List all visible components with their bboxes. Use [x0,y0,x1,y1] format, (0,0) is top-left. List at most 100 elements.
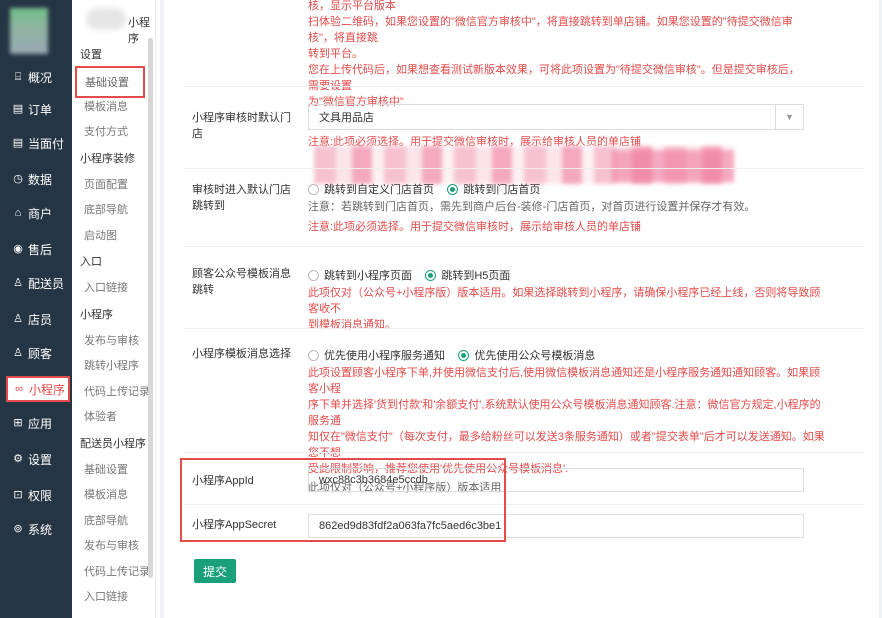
radio-dot[interactable] [308,349,319,361]
default-store-radios: 跳转到自定义门店首页 跳转到门店首页 [308,181,550,198]
radio-dot[interactable] [447,183,459,195]
radio-custom-store-home[interactable]: 跳转到自定义门店首页 [308,181,434,197]
review-store-select[interactable]: 文具用品店 ▼ [308,104,804,130]
nav-item-3[interactable]: ◷ 数据 [0,166,72,192]
label-line: 小程序审核时默认门 [192,112,291,124]
nav-item-label: 店员 [28,312,53,327]
sub-menu-link[interactable]: 跳转小程序 [84,357,139,373]
sub-menu-link[interactable]: 模板消息 [84,98,128,114]
radio-store-home[interactable]: 跳转到门店首页 [447,181,540,197]
nav-item-label: 系统 [28,522,53,537]
nav-item-2[interactable]: ▤ 当面付 [0,130,72,156]
sub-group-title: 入口 [80,256,102,268]
nav-item-0[interactable]: ⌸ 概况 [0,64,72,90]
sub-group-title: 配送员小程序 [80,437,146,450]
radio-label: 优先使用小程序服务通知 [324,350,445,362]
main-nav: ⌸ 概况 ▤ 订单 ▤ 当面付 ◷ 数据 ⌂ 商户 ◉ 售后 ♙ 配送员 ♙ 店员 ♙ 顾客 ∞ 小程序 ⊞ 应用 ⚙ 设置 ⊡… [0,0,72,618]
nav-item-label: 配送员 [28,276,65,291]
radio-dot[interactable] [308,183,319,195]
nav-item-5[interactable]: ◉ 售后 [0,236,72,262]
radio-official-template[interactable]: 优先使用公众号模板消息 [458,347,595,363]
sub-menu-link[interactable]: 底部导航 [84,512,128,528]
nav-item-7[interactable]: ♙ 店员 [0,306,72,332]
review-store-label: 小程序审核时默认门 店 [192,110,291,142]
sub-menu-link[interactable]: 页面配置 [84,176,128,192]
nav-item-label: 应用 [28,416,53,431]
nav-item-label: 概况 [28,70,53,85]
radio-dot[interactable] [308,269,319,281]
sub-group-title: 设置 [80,49,102,61]
divider [184,168,864,169]
review-store-value: 文具用品店 [319,112,374,124]
nav-item-10[interactable]: ⊞ 应用 [0,410,72,436]
template-jump-radios: 跳转到小程序页面 跳转到H5页面 [308,267,520,284]
nav-item-label: 数据 [28,172,53,187]
radio-jump-h5[interactable]: 跳转到H5页面 [425,267,510,283]
nav-item-12[interactable]: ⊡ 权限 [0,482,72,508]
radio-jump-miniprogram[interactable]: 跳转到小程序页面 [308,267,412,283]
chart-icon: ⌸ [14,71,22,83]
sub-menu-link[interactable]: 基础设置 [75,66,145,98]
template-jump-note: 此项仅对（公众号+小程序版）版本适用。如果选择跳转到小程序，请确保小程序已经上线… [308,285,828,333]
note-line: 到模板消息通知。 [308,319,396,331]
nav-item-label: 售后 [28,242,53,257]
settings-panel: 核，显示平台版本 扫体验二维码，如果您设置的"微信官方审核中"，将直接跳转到单店… [164,0,879,618]
radio-dot[interactable] [458,349,470,361]
radio-label: 跳转到自定义门店首页 [324,184,434,196]
shop-icon: ⌂ [14,207,22,219]
nav-item-label: 商户 [28,206,53,221]
nav-item-4[interactable]: ⌂ 商户 [0,200,72,226]
sub-group-title: 小程序 [80,308,113,321]
nav-item-13[interactable]: ⊚ 系统 [0,516,72,542]
nav-item-label: 设置 [28,452,53,467]
miniprogram-icon: ∞ [15,383,23,395]
top-note-line: 核，显示平台版本 [308,0,396,12]
label-line: 审核时进入默认门店 [192,184,291,196]
sub-menu-link[interactable]: 模板消息 [84,486,128,502]
top-note-line: 扫体验二维码，如果您设置的"微信官方审核中"，将直接跳转到单店铺。如果您设置的"… [308,16,793,44]
clerk-icon: ♙ [13,313,23,325]
blurred-region [612,150,734,182]
delivery-icon: ♙ [13,277,23,289]
sub-menu-link[interactable]: 基础设置 [84,461,128,477]
nav-item-11[interactable]: ⚙ 设置 [0,446,72,472]
customer-icon: ♙ [13,347,23,359]
nav-item-label: 当面付 [28,136,65,151]
sub-menu-scrollbar[interactable] [148,38,153,578]
sub-menu-link[interactable]: 代码上传记录 [84,383,150,399]
divider [184,452,864,453]
sub-menu: 小程序 设置 基础设置 模板消息 支付方式 小程序装修 页面配置 底部导航 启动图 入口 入口链接… [72,0,156,618]
sub-menu-link[interactable]: 底部导航 [84,201,128,217]
radio-dot[interactable] [425,269,437,281]
nav-item-6[interactable]: ♙ 配送员 [0,270,72,296]
label-line: 顾客公众号模板消息 [192,268,291,280]
main-area: 核，显示平台版本 扫体验二维码，如果您设置的"微信官方审核中"，将直接跳转到单店… [160,0,882,618]
template-choice-radios: 优先使用小程序服务通知 优先使用公众号模板消息 [308,347,605,364]
nav-item-9[interactable]: ∞ 小程序 [6,376,70,402]
lock-icon: ⊡ [13,489,23,501]
note-line: 知仅在"微信支付"（每次支付，最多给粉丝可以发送3条服务通知）或者"提交表单"后… [308,431,825,459]
label-line: 跳转到 [192,200,225,212]
sub-menu-link[interactable]: 入口链接 [84,588,128,604]
sub-menu-link[interactable]: 发布与审核 [84,537,139,553]
radio-label: 跳转到小程序页面 [324,270,412,282]
sub-menu-link[interactable]: 发布与审核 [84,332,139,348]
aftersale-icon: ◉ [13,243,23,255]
note-line: 此项设置顾客小程序下单,并使用微信支付后,使用微信模板消息通知还是小程序服务通知… [308,367,821,395]
nav-item-8[interactable]: ♙ 顾客 [0,340,72,366]
chevron-down-icon[interactable]: ▼ [775,105,803,129]
radio-label: 跳转到门店首页 [463,184,541,196]
radio-service-notice[interactable]: 优先使用小程序服务通知 [308,347,445,363]
note-line: 此项仅对（公众号+小程序版）版本适用。如果选择跳转到小程序，请确保小程序已经上线… [308,287,821,315]
sub-menu-link[interactable]: 支付方式 [84,123,128,139]
brand-logo [10,8,48,54]
nav-item-1[interactable]: ▤ 订单 [0,96,72,122]
sub-menu-link[interactable]: 入口链接 [84,279,128,295]
sub-menu-link[interactable]: 代码上传记录 [84,563,150,579]
sub-menu-link[interactable]: 启动图 [84,227,117,243]
sub-menu-link[interactable]: 体验者 [84,408,117,424]
order-icon: ▤ [12,103,24,115]
submit-button[interactable]: 提交 [194,559,236,583]
top-note-line: 转到平台。 [308,48,363,60]
highlight-box [180,458,506,542]
